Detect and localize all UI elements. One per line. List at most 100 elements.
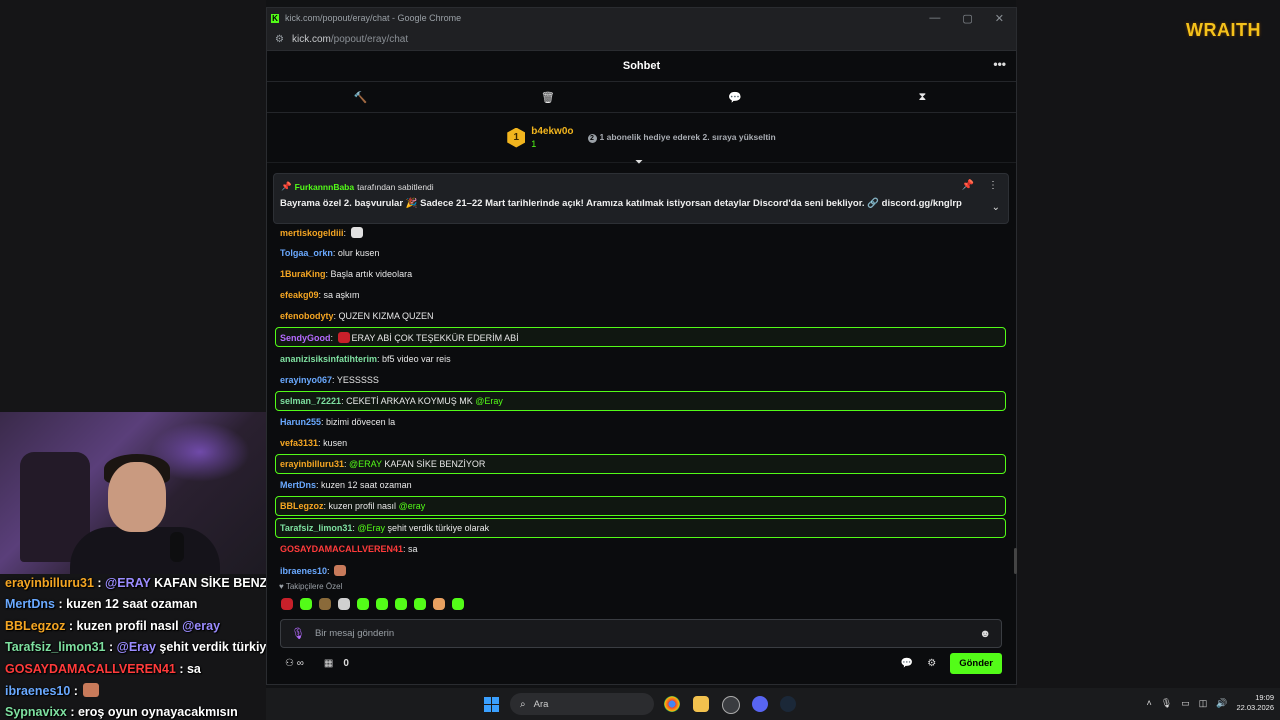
address-bar[interactable]: ⚙ kick.com/popout/eray/chat [267,28,1016,51]
chat-message[interactable]: SendyGood: ERAY ABİ ÇOK TEŞEKKÜR EDERİM … [280,332,519,343]
chat-message[interactable]: selman_72221: CEKETİ ARKAYA KOYMUŞ MK @E… [280,396,503,406]
collapse-icon[interactable]: ⏷ [635,157,643,168]
chat-username[interactable]: SendyGood [280,333,331,343]
chat-message[interactable]: erayinbilluru31: @ERAY KAFAN SİKE BENZİY… [280,459,485,469]
display-icon[interactable]: ▭ [1181,698,1190,709]
network-icon[interactable]: ◫ [1199,698,1208,709]
chat-message[interactable]: 1BuraKing: Başla artık videolara [280,269,412,279]
windows-icon[interactable] [484,697,499,712]
mic-icon[interactable]: 🎙 [291,627,305,640]
chat-text: YESSSSS [336,375,379,385]
chat-username[interactable]: BBLegzoz [280,501,324,511]
mention[interactable]: @Eray [357,523,385,533]
chat-username[interactable]: Tolgaa_orkn [280,248,333,258]
chat-text: kuzen 12 saat ozaman [321,480,412,490]
chat-message[interactable]: erayinyo067: YESSSSS [280,375,379,385]
mention[interactable]: @ERAY [349,459,382,469]
chat-message[interactable]: Harun255: bizimi dövecen la [280,417,395,427]
overlay-text: sa [186,662,201,676]
pin-icon: 📌 [281,181,292,191]
chat-username[interactable]: efeakg09 [280,290,319,300]
pinned-by-user[interactable]: FurkannnBaba [295,182,355,192]
gear-icon[interactable]: ⚙ [927,658,936,669]
emote[interactable] [395,598,407,610]
chat-message[interactable]: ananizisiksinfatihterim: bf5 video var r… [280,354,451,364]
chat-username[interactable]: mertiskogeldiii [280,228,344,238]
chat-message[interactable]: mertiskogeldiii: [280,227,365,238]
chat-bubble-icon[interactable]: 💬 [642,82,829,112]
chat-username[interactable]: 1BuraKing [280,269,326,279]
emote[interactable] [376,598,388,610]
chat-username[interactable]: ibraenes10 [280,566,327,576]
emote[interactable] [281,598,293,610]
mention[interactable]: @eray [399,501,426,511]
emote[interactable] [414,598,426,610]
chat-message[interactable]: Tarafsiz_limon31: @Eray şehit verdik tür… [280,523,489,533]
clock[interactable]: 19:09 22.03.2026 [1236,693,1274,713]
emote[interactable] [319,598,331,610]
chat-username[interactable]: MertDns [280,480,316,490]
chat-bubble-icon[interactable]: 💬 [901,658,913,669]
emote[interactable] [300,598,312,610]
chat-message[interactable]: Tolgaa_orkn: olur kusen [280,248,379,258]
chat-username[interactable]: Tarafsiz_limon31 [280,523,352,533]
leader-name[interactable]: b4ekw0o [531,125,573,138]
mic-icon[interactable]: 🎙 [1161,698,1172,709]
message-input[interactable]: 🎙 Bir mesaj gönderin ☻ [280,619,1002,648]
chat-username[interactable]: erayinyo067 [280,375,332,385]
chat-message[interactable]: vefa3131: kusen [280,438,347,448]
chat-username[interactable]: Harun255 [280,417,321,427]
chat-message[interactable]: efeakg09: sa aşkım [280,290,360,300]
app-icon[interactable] [722,696,740,714]
minimize-icon[interactable]: — [929,12,940,25]
gift-icon[interactable]: ▦ [324,658,333,669]
overlay-username: ibraenes10 [5,684,71,698]
send-button[interactable]: Gönder [950,652,1002,674]
more-icon[interactable]: ⋮ [988,180,998,191]
steam-icon[interactable] [780,696,796,712]
files-icon[interactable] [693,696,709,712]
unpin-icon[interactable]: 📌 [962,180,974,191]
chat-username[interactable]: erayinbilluru31 [280,459,344,469]
discord-icon[interactable] [752,696,768,712]
chat-username[interactable]: GOSAYDAMACALLVEREN41 [280,544,403,554]
chat-message[interactable]: MertDns: kuzen 12 saat ozaman [280,480,412,490]
more-icon[interactable]: ••• [993,57,1006,71]
chat-text: kusen [323,438,348,448]
maximize-icon[interactable]: ▢ [962,12,972,25]
emote[interactable] [452,598,464,610]
chat-message[interactable]: BBLegzoz: kuzen profil nasıl @eray [280,501,425,511]
overlay-chat-line: MertDns : kuzen 12 saat ozaman [5,597,198,611]
brand-logo: WRAITH [1186,20,1261,40]
gavel-icon[interactable]: 🔨 [267,82,454,112]
smile-icon[interactable]: ☻ [979,628,991,640]
chat-message[interactable]: efenobodyty: QUZEN KIZMA QUZEN [280,311,434,321]
chrome-icon[interactable] [664,696,680,712]
overlay-username: Tarafsiz_limon31 [5,640,106,654]
close-icon[interactable]: ✕ [995,12,1004,25]
chat-message[interactable]: ibraenes10: [280,565,348,576]
emote[interactable] [338,598,350,610]
chat-username[interactable]: ananizisiksinfatihterim [280,354,377,364]
mention[interactable]: @Eray [475,396,503,406]
chat-message[interactable]: GOSAYDAMACALLVEREN41: sa [280,544,418,554]
chat-username[interactable]: efenobodyty [280,311,334,321]
trash-icon[interactable]: 🗑 [454,82,641,112]
points-count: 0 [343,657,349,669]
points-icon[interactable]: ⚇ ∞ [285,658,304,669]
taskbar-search[interactable]: ⌕ Ara [510,693,654,715]
emote[interactable] [433,598,445,610]
chat-username[interactable]: selman_72221 [280,396,341,406]
chat-username[interactable]: vefa3131 [280,438,318,448]
chevron-down-icon[interactable]: ⌄ [992,202,1000,213]
emote [337,332,350,343]
emote[interactable] [357,598,369,610]
rank-medal: 1 [507,127,526,148]
leader-count: 1 [531,138,537,149]
hourglass-icon[interactable]: ⧗ [829,82,1016,112]
tune-icon[interactable]: ⚙ [275,34,284,45]
volume-icon[interactable]: 🔊 [1216,698,1227,709]
scrollbar[interactable] [1014,548,1017,574]
pinned-text: Bayrama özel 2. başvurular 🎉 Sadece 21–2… [280,198,962,209]
chevron-up-icon[interactable]: ˄ [1147,698,1152,708]
